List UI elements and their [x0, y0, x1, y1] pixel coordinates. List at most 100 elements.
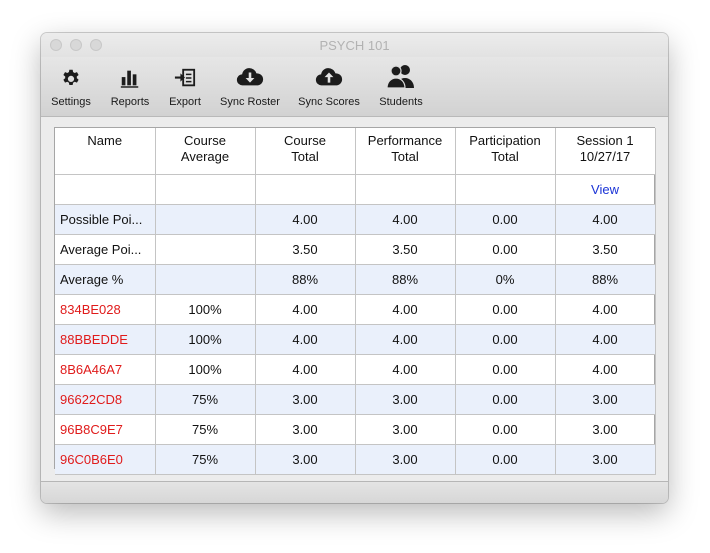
student-row[interactable]: 834BE028 100% 4.00 4.00 0.00 4.00: [55, 294, 656, 325]
student-id-cell[interactable]: 96622CD8: [55, 384, 156, 415]
header-row: Name Course Average Course Total Performan…: [55, 128, 656, 175]
gear-icon: [60, 67, 82, 94]
course-total-cell[interactable]: 3.00: [255, 444, 356, 475]
course-average-cell[interactable]: 100%: [155, 354, 256, 385]
sync-roster-button[interactable]: Sync Roster: [217, 67, 283, 113]
student-id-cell[interactable]: 96C0B6E0: [55, 444, 156, 475]
student-id-cell[interactable]: 8B6A46A7: [55, 354, 156, 385]
session1-cell[interactable]: 3.00: [555, 414, 656, 445]
course-total-cell[interactable]: 88%: [255, 264, 356, 295]
student-row[interactable]: 96C0B6E0 75% 3.00 3.00 0.00 3.00: [55, 444, 656, 475]
student-id-cell[interactable]: 88BBEDDE: [55, 324, 156, 355]
participation-total-cell[interactable]: 0.00: [455, 294, 556, 325]
export-icon: [173, 67, 197, 94]
window-title: PSYCH 101: [319, 38, 390, 53]
participation-total-cell[interactable]: 0.00: [455, 384, 556, 415]
summary-row[interactable]: Average % 88% 88% 0% 88%: [55, 264, 656, 295]
summary-label-cell[interactable]: Average Poi...: [55, 234, 156, 265]
student-rows: 834BE028 100% 4.00 4.00 0.00 4.00 88BBEDDE 100%…: [55, 294, 656, 475]
session1-cell[interactable]: 4.00: [555, 324, 656, 355]
performance-total-cell[interactable]: 4.00: [355, 204, 456, 235]
performance-total-cell[interactable]: 3.00: [355, 384, 456, 415]
course-average-cell[interactable]: [155, 264, 256, 295]
course-average-cell[interactable]: 75%: [155, 444, 256, 475]
performance-total-cell[interactable]: 4.00: [355, 354, 456, 385]
students-button[interactable]: Students: [374, 65, 428, 113]
summary-label-cell[interactable]: Possible Poi...: [55, 204, 156, 235]
course-average-cell[interactable]: 75%: [155, 414, 256, 445]
participation-total-cell[interactable]: 0.00: [455, 324, 556, 355]
student-row[interactable]: 96622CD8 75% 3.00 3.00 0.00 3.00: [55, 384, 656, 415]
column-header-course-average[interactable]: Course Average: [155, 128, 256, 175]
performance-total-cell[interactable]: 4.00: [355, 294, 456, 325]
summary-row[interactable]: Average Poi... 3.50 3.50 0.00 3.50: [55, 234, 656, 265]
summary-label-cell[interactable]: Average %: [55, 264, 156, 295]
settings-label: Settings: [51, 96, 91, 108]
session1-cell[interactable]: 3.50: [555, 234, 656, 265]
course-average-cell[interactable]: 100%: [155, 294, 256, 325]
gradebook-table: Name Course Average Course Total Performan…: [55, 128, 656, 475]
performance-total-cell[interactable]: 3.50: [355, 234, 456, 265]
gradebook-grid[interactable]: Name Course Average Course Total Performan…: [54, 127, 656, 475]
cloud-upload-icon: [314, 67, 344, 94]
course-total-cell[interactable]: 4.00: [255, 324, 356, 355]
summary-rows: Possible Poi... 4.00 4.00 0.00 4.00 Average P…: [55, 204, 656, 295]
export-label: Export: [169, 96, 201, 108]
toolbar: Settings Reports Export Sync Roster Sync: [41, 57, 668, 117]
student-id-cell[interactable]: 96B8C9E7: [55, 414, 156, 445]
sync-roster-label: Sync Roster: [220, 96, 280, 108]
course-total-cell[interactable]: 4.00: [255, 204, 356, 235]
session1-cell[interactable]: 4.00: [555, 354, 656, 385]
session1-cell[interactable]: 4.00: [555, 294, 656, 325]
session1-cell[interactable]: 3.00: [555, 384, 656, 415]
column-header-course-total[interactable]: Course Total: [255, 128, 356, 175]
column-header-name[interactable]: Name: [55, 128, 156, 175]
course-total-cell[interactable]: 3.00: [255, 384, 356, 415]
students-label: Students: [379, 96, 423, 108]
performance-total-cell[interactable]: 88%: [355, 264, 456, 295]
people-icon: [385, 63, 417, 94]
cloud-download-icon: [235, 67, 265, 94]
participation-total-cell[interactable]: 0.00: [455, 414, 556, 445]
course-total-cell[interactable]: 3.50: [255, 234, 356, 265]
settings-button[interactable]: Settings: [46, 67, 96, 113]
column-header-performance-total[interactable]: Performance Total: [355, 128, 456, 175]
reports-label: Reports: [110, 96, 150, 108]
title-bar[interactable]: PSYCH 101: [41, 33, 668, 57]
participation-total-cell[interactable]: 0.00: [455, 444, 556, 475]
app-window: PSYCH 101 Settings Reports Export Sync R…: [41, 33, 668, 503]
content-area: Name Course Average Course Total Performan…: [41, 117, 668, 481]
participation-total-cell[interactable]: 0%: [455, 264, 556, 295]
bar-chart-icon: [119, 67, 141, 94]
participation-total-cell[interactable]: 0.00: [455, 354, 556, 385]
student-row[interactable]: 96B8C9E7 75% 3.00 3.00 0.00 3.00: [55, 414, 656, 445]
summary-row[interactable]: Possible Poi... 4.00 4.00 0.00 4.00: [55, 204, 656, 235]
session-view-link[interactable]: View: [591, 182, 619, 197]
student-id-cell[interactable]: 834BE028: [55, 294, 156, 325]
performance-total-cell[interactable]: 3.00: [355, 444, 456, 475]
participation-total-cell[interactable]: 0.00: [455, 204, 556, 235]
reports-button[interactable]: Reports: [104, 67, 156, 113]
sync-scores-button[interactable]: Sync Scores: [294, 67, 364, 113]
session1-cell[interactable]: 88%: [555, 264, 656, 295]
student-row[interactable]: 88BBEDDE 100% 4.00 4.00 0.00 4.00: [55, 324, 656, 355]
column-header-participation-total[interactable]: Participation Total: [455, 128, 556, 175]
course-average-cell[interactable]: [155, 234, 256, 265]
course-average-cell[interactable]: 100%: [155, 324, 256, 355]
link-row: View: [55, 174, 656, 205]
performance-total-cell[interactable]: 4.00: [355, 324, 456, 355]
course-total-cell[interactable]: 4.00: [255, 294, 356, 325]
course-total-cell[interactable]: 3.00: [255, 414, 356, 445]
performance-total-cell[interactable]: 3.00: [355, 414, 456, 445]
course-total-cell[interactable]: 4.00: [255, 354, 356, 385]
session1-cell[interactable]: 4.00: [555, 204, 656, 235]
course-average-cell[interactable]: 75%: [155, 384, 256, 415]
student-row[interactable]: 8B6A46A7 100% 4.00 4.00 0.00 4.00: [55, 354, 656, 385]
bottom-bar: [41, 481, 668, 503]
column-header-session-1[interactable]: Session 1 10/27/17: [555, 128, 656, 175]
export-button[interactable]: Export: [161, 67, 209, 113]
session1-cell[interactable]: 3.00: [555, 444, 656, 475]
course-average-cell[interactable]: [155, 204, 256, 235]
participation-total-cell[interactable]: 0.00: [455, 234, 556, 265]
sync-scores-label: Sync Scores: [298, 96, 360, 108]
